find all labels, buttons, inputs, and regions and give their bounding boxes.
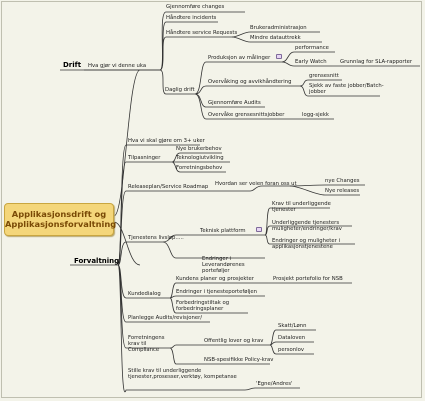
drift-subtopic[interactable]: Hva gjør vi denne uka <box>88 63 146 69</box>
topic-egne-andres[interactable]: 'Egne/Andres' <box>256 381 292 387</box>
topic-daglig-drift[interactable]: Daglig drift <box>165 87 195 93</box>
topic-overvaking[interactable]: Overvåking og avvikhåndtering <box>208 79 291 85</box>
topic-nye-brukerbehov[interactable]: Nye brukerbehov <box>176 146 222 152</box>
topic-brukeradmin[interactable]: Brukeradministrasjon <box>250 25 307 31</box>
topic-nye-releases[interactable]: Nye releases <box>325 188 359 194</box>
topic-logg-sjekk[interactable]: logg-sjekk <box>302 112 329 118</box>
topic-audits[interactable]: Gjennomføre Audits <box>208 100 261 106</box>
topic-overvake-grensesnittsjobber[interactable]: Overvåke grensesnittsjobber <box>208 112 284 118</box>
topic-planlegge-audits[interactable]: Planlegge Audits/revisjoner/ <box>128 315 202 321</box>
topic-grunnlag-sla[interactable]: Grunnlag for SLA-rapporter <box>340 59 412 65</box>
topic-dataloven[interactable]: Dataloven <box>278 335 305 341</box>
topic-grensesnitt[interactable]: grensesnitt <box>309 73 339 79</box>
topic-gjennomfore-changes[interactable]: Gjennomføre changes <box>166 4 224 10</box>
topic-produksjon-malinger[interactable]: Produksjon av målinger <box>208 55 270 61</box>
topic-sjekk-jobber[interactable]: Sjekk av faste jobber/Batch-jobber <box>309 83 385 95</box>
branch-forvaltning[interactable]: Forvaltning <box>74 257 119 265</box>
topic-performance[interactable]: performance <box>295 45 329 51</box>
topic-krav-underliggende[interactable]: Krav til underliggende tjenester <box>272 201 352 213</box>
topic-service-requests[interactable]: Håndtere service Requests <box>166 30 237 36</box>
topic-early-watch[interactable]: Early Watch <box>295 59 327 65</box>
root-title-line2: Applikasjonsforvaltning <box>5 219 117 229</box>
topic-teknisk-plattform[interactable]: Teknisk plattform <box>200 228 246 234</box>
mindmap-canvas: Applikasjonsdrift og Applikasjonsforvalt… <box>0 0 425 401</box>
topic-kundedialog[interactable]: Kundedialog <box>128 291 161 297</box>
topic-hva-vi-skal[interactable]: Hva vi skal gjøre om 3+ uker <box>128 138 205 144</box>
topic-mindre-uttrekk[interactable]: Mindre datauttrekk <box>250 35 301 41</box>
topic-forretningsbehov[interactable]: Forretningsbehov <box>176 165 222 171</box>
topic-releaseplan[interactable]: Releaseplan/Service Roadmap <box>128 184 208 190</box>
root-topic[interactable]: Applikasjonsdrift og Applikasjonsforvalt… <box>4 203 117 236</box>
topic-forretningens-krav[interactable]: Forretningens krav til Compliance <box>128 335 174 354</box>
topic-tjenestens-livslop[interactable]: Tjenestens livsløp..... <box>128 235 184 241</box>
topic-forbedringstiltak[interactable]: Forbedringstiltak og forbedringsplaner <box>176 300 248 312</box>
root-title-line1: Applikasjonsdrift og <box>11 209 107 219</box>
note-icon[interactable] <box>276 54 282 59</box>
topic-hvordan[interactable]: Hvordan ser veien foran oss ut <box>215 181 297 187</box>
topic-offentlig-lover[interactable]: Offentlig lover og krav <box>204 338 263 344</box>
note-icon[interactable] <box>256 227 262 232</box>
topic-leverandorenes[interactable]: Endringer i Leverandørenes porteføljer <box>202 256 272 275</box>
topic-handtere-incidents[interactable]: Håndtere incidents <box>166 15 216 21</box>
topic-nye-changes[interactable]: nye Changes <box>325 178 359 184</box>
topic-prosjekt-portefolio[interactable]: Prosjekt portefolio for NSB <box>273 276 343 282</box>
topic-skatt-lonn[interactable]: Skatt/Lønn <box>278 323 306 329</box>
topic-endringer-tjenesteportefolje[interactable]: Endringer i tjenesteporteføljen <box>176 289 257 295</box>
topic-kundens-planer[interactable]: Kundens planer og prosjekter <box>176 276 254 282</box>
topic-teknologiutvikling[interactable]: Teknologiutvikling <box>176 155 224 161</box>
topic-stille-krav[interactable]: Stille krav til underliggende tjenester,… <box>128 368 246 380</box>
topic-tilpasninger[interactable]: Tilpasninger <box>128 155 160 161</box>
topic-nsb-policy[interactable]: NSB-spesifikke Policy-krav <box>204 357 273 363</box>
topic-endringer-muligheter[interactable]: Endringer og muligheter i applikasjonstj… <box>272 238 360 250</box>
topic-personlov[interactable]: personlov <box>278 347 304 353</box>
branch-drift[interactable]: Drift <box>63 61 81 69</box>
topic-underliggende-muligheter[interactable]: Underliggende tjenesters muligheter/endr… <box>272 220 362 232</box>
